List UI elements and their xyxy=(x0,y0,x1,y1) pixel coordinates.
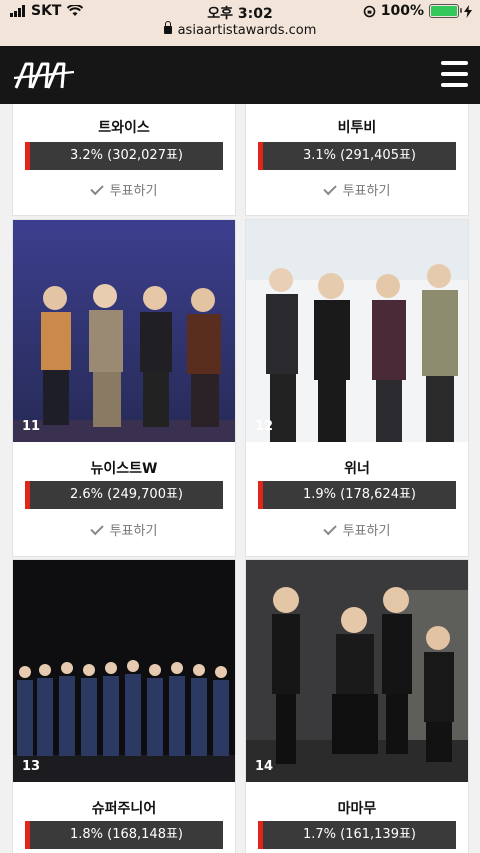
check-icon xyxy=(89,521,104,536)
address-bar[interactable]: asiaartistawards.com xyxy=(0,21,480,38)
hamburger-menu-icon[interactable] xyxy=(441,59,468,89)
url-text: asiaartistawards.com xyxy=(177,23,317,38)
lock-icon xyxy=(163,21,172,34)
vote-result-bar: 1.9% (178,624표) xyxy=(258,481,456,509)
candidate-name: 비투비 xyxy=(337,120,377,136)
vote-button[interactable]: 투표하기 xyxy=(246,180,468,199)
vote-label: 투표하기 xyxy=(342,184,391,199)
candidate-card: 12 위너 1.9% (178,624표) 투표하기 xyxy=(245,219,469,557)
vote-grid: 트와이스 3.2% (302,027표) 투표하기 비투비 3.1% (291,… xyxy=(0,104,480,853)
rank-number: 11 xyxy=(22,419,41,434)
vote-button[interactable]: 투표하기 xyxy=(13,520,235,539)
candidate-name: 트와이스 xyxy=(98,120,150,136)
vote-label: 투표하기 xyxy=(342,524,391,539)
charging-icon xyxy=(464,4,472,18)
candidate-name: 위너 xyxy=(344,461,370,477)
candidate-card: 비투비 3.1% (291,405표) 투표하기 xyxy=(245,104,469,216)
candidate-card: 13 슈퍼주니어 1.8% (168,148표) xyxy=(12,559,236,853)
candidate-photo[interactable]: 11 xyxy=(13,220,235,442)
candidate-name: 슈퍼주니어 xyxy=(91,801,157,817)
vote-result-bar: 1.7% (161,139표) xyxy=(258,821,456,849)
vote-button[interactable]: 투표하기 xyxy=(246,520,468,539)
candidate-name: 마마무 xyxy=(337,801,377,817)
candidate-card: 트와이스 3.2% (302,027표) 투표하기 xyxy=(12,104,236,216)
check-icon xyxy=(322,181,337,196)
vote-result-bar: 3.1% (291,405표) xyxy=(258,142,456,170)
candidate-photo[interactable]: 12 xyxy=(246,220,468,442)
rank-number: 14 xyxy=(255,759,274,774)
vote-result-bar: 2.6% (249,700표) xyxy=(25,481,223,509)
check-icon xyxy=(89,181,104,196)
vote-label: 투표하기 xyxy=(109,524,158,539)
candidate-card: 14 마마무 1.7% (161,139표) xyxy=(245,559,469,853)
rank-number: 12 xyxy=(255,419,274,434)
candidate-card: 11 뉴이스트W 2.6% (249,700표) 투표하기 xyxy=(12,219,236,557)
battery-percent: 100% xyxy=(380,3,424,19)
rank-number: 13 xyxy=(22,759,41,774)
vote-result-bar: 3.2% (302,027표) xyxy=(25,142,223,170)
check-icon xyxy=(322,521,337,536)
battery-icon xyxy=(429,4,462,18)
battery-info: 100% xyxy=(363,3,472,19)
status-bar: SKT 오후 3:02 100% asiaartistawards.com xyxy=(0,0,480,46)
vote-result-bar: 1.8% (168,148표) xyxy=(25,821,223,849)
rotation-lock-icon xyxy=(363,5,376,17)
site-header xyxy=(0,46,480,104)
candidate-name: 뉴이스트W xyxy=(90,461,158,477)
aaa-logo[interactable] xyxy=(12,58,76,92)
vote-button[interactable]: 투표하기 xyxy=(13,180,235,199)
candidate-photo[interactable]: 13 xyxy=(13,560,235,782)
vote-label: 투표하기 xyxy=(109,184,158,199)
candidate-photo[interactable]: 14 xyxy=(246,560,468,782)
